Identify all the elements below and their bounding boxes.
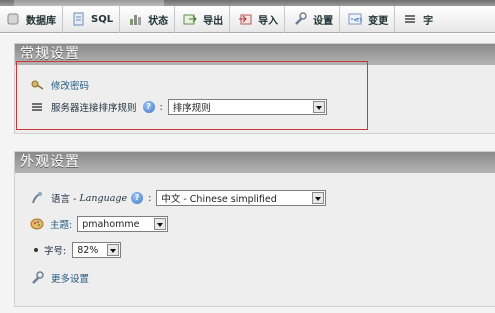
more-settings-row: 更多设置 xyxy=(30,271,89,285)
font-size-row: 字号: 82% xyxy=(34,242,122,258)
import-icon xyxy=(238,12,252,26)
main-tab-bar: 数据库 SQL 状态 导出 导入 设置 <> 变更 字 xyxy=(0,5,495,33)
theme-select[interactable]: pmahomme xyxy=(77,216,169,232)
status-icon xyxy=(128,12,142,26)
wrench-icon xyxy=(30,271,44,285)
svg-text:<>: <> xyxy=(353,16,362,24)
tab-label: 设置 xyxy=(313,15,334,27)
language-label: 语言 - xyxy=(51,194,77,205)
colon: : xyxy=(148,192,152,204)
tab-changes[interactable]: <> 变更 xyxy=(340,5,396,33)
sql-icon xyxy=(71,12,85,26)
changes-icon: <> xyxy=(348,12,365,26)
font-size-label: 字号: xyxy=(44,246,67,257)
tab-more[interactable]: 字 xyxy=(395,6,439,33)
menu-icon xyxy=(403,12,417,26)
highlight-box xyxy=(16,61,368,130)
chevron-down-icon xyxy=(154,218,167,230)
tab-sql[interactable]: SQL xyxy=(63,5,121,33)
tab-label: 字 xyxy=(423,15,434,27)
language-select-value: 中文 - Chinese simplified xyxy=(161,194,277,205)
language-icon xyxy=(30,191,44,205)
tab-settings[interactable]: 设置 xyxy=(285,5,341,33)
tab-export[interactable]: 导出 xyxy=(175,5,231,33)
tab-label: 状态 xyxy=(148,15,169,27)
theme-row: 主题: pmahomme xyxy=(30,216,169,232)
language-en-label: Language xyxy=(79,192,128,204)
tab-label: 导出 xyxy=(203,15,224,27)
theme-select-value: pmahomme xyxy=(82,218,140,230)
language-select[interactable]: 中文 - Chinese simplified xyxy=(156,190,327,206)
tab-label: SQL xyxy=(91,13,114,25)
tab-import[interactable]: 导入 xyxy=(230,5,286,33)
chevron-down-icon xyxy=(107,244,120,256)
font-size-select-value: 82% xyxy=(77,244,99,256)
settings-wrench-icon xyxy=(293,12,307,26)
tab-label: 数据库 xyxy=(26,15,56,27)
tab-status[interactable]: 状态 xyxy=(120,5,176,33)
tab-label: 导入 xyxy=(258,15,279,27)
bullet-icon xyxy=(34,248,38,252)
language-row: 语言 - Language ? : 中文 - Chinese simplifie… xyxy=(30,190,327,206)
help-icon[interactable]: ? xyxy=(131,192,144,204)
chevron-down-icon xyxy=(312,192,325,204)
font-size-select[interactable]: 82% xyxy=(72,242,122,258)
theme-label[interactable]: 主题: xyxy=(50,217,72,231)
panel-title: 外观设置 xyxy=(15,152,495,173)
tab-databases[interactable]: 数据库 xyxy=(0,5,63,33)
tab-label: 变更 xyxy=(368,15,389,27)
database-icon xyxy=(6,12,20,26)
more-settings-link[interactable]: 更多设置 xyxy=(51,271,89,285)
phpmyadmin-home: 数据库 SQL 状态 导出 导入 设置 <> 变更 字 常规设置 修改密码 服务… xyxy=(0,0,495,313)
theme-icon xyxy=(30,217,44,231)
export-icon xyxy=(183,12,197,26)
